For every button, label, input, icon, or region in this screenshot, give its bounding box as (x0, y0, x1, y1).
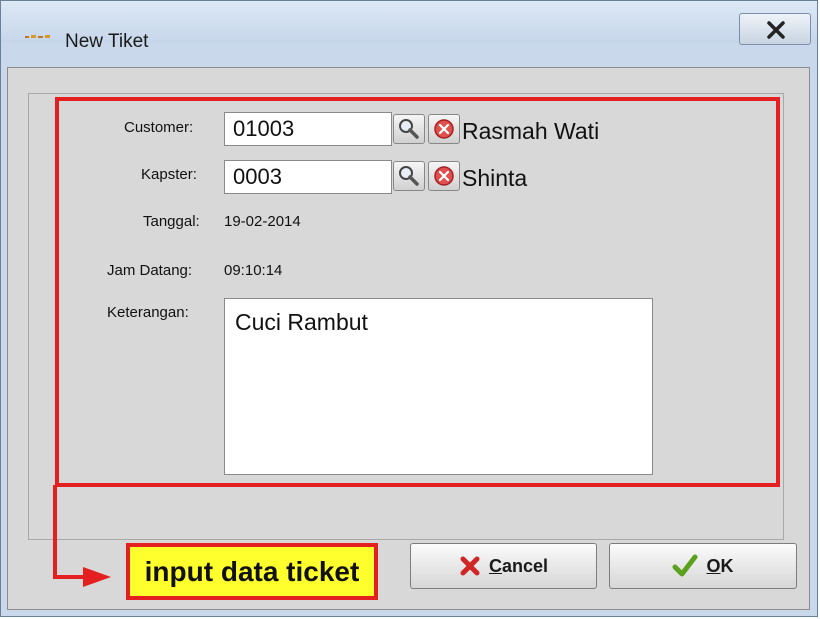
ok-label: OK (706, 556, 733, 577)
cancel-label: Cancel (489, 556, 548, 577)
ok-label-rest: K (720, 555, 734, 576)
ok-accelerator: O (706, 555, 721, 576)
title-bar[interactable]: New Tiket (1, 1, 817, 51)
cancel-accelerator: C (488, 555, 502, 576)
annotation-callout: input data ticket (126, 543, 378, 600)
annotation-highlight-box (55, 97, 780, 487)
app-icon (25, 35, 50, 38)
annotation-arrow (53, 485, 111, 587)
ok-icon (672, 554, 698, 577)
cancel-icon (460, 556, 480, 576)
cancel-button[interactable]: Cancel (410, 543, 597, 589)
close-button[interactable] (739, 13, 811, 45)
ok-button[interactable]: OK (609, 543, 797, 589)
cancel-label-rest: ancel (501, 555, 549, 576)
close-icon (767, 21, 785, 39)
window-title: New Tiket (65, 31, 149, 52)
